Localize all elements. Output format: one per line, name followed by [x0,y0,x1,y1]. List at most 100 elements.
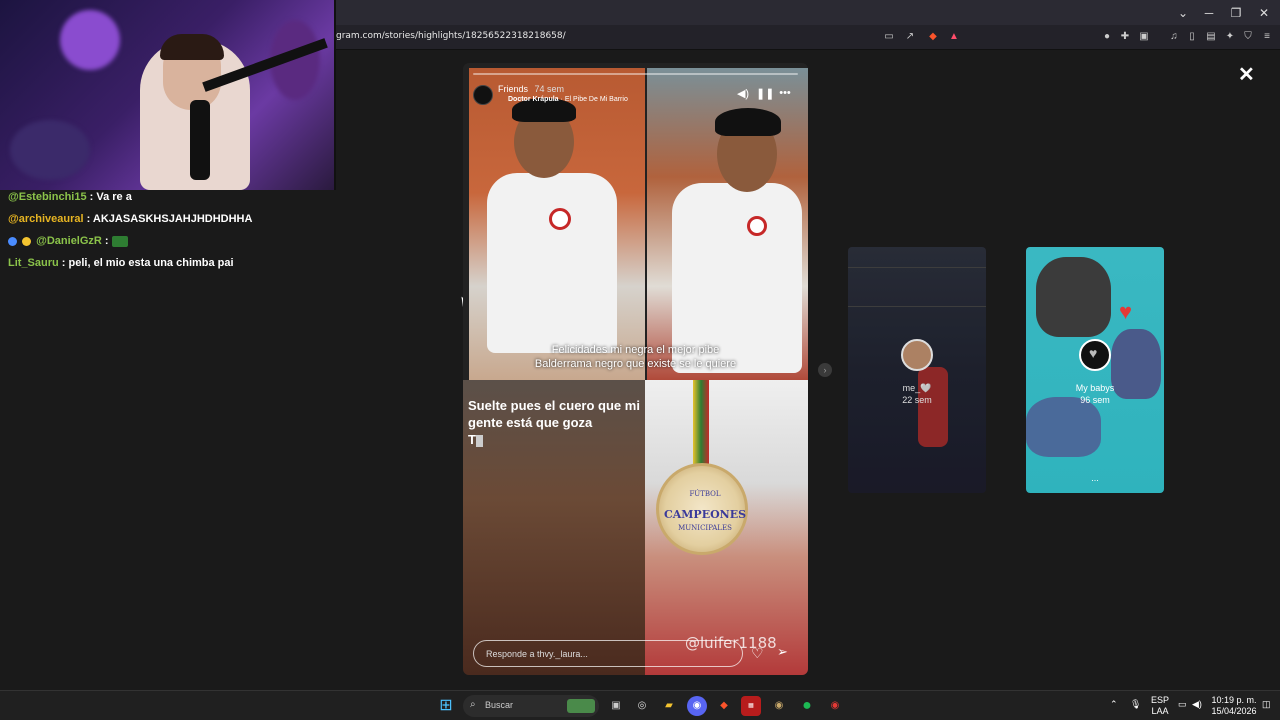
caption-line: Felicidades mi negra el mejor pibe [551,344,720,356]
spotify-icon[interactable]: ● [797,696,817,716]
send-icon[interactable]: ➢ [777,644,788,660]
wallet-icon[interactable]: ▤ [1204,30,1218,44]
preview-avatar: ♥ [1079,339,1111,371]
brave-icon[interactable]: ◆ [714,696,734,716]
more-options-icon[interactable]: ••• [778,87,792,99]
maximize-icon[interactable]: ❐ [1223,4,1249,22]
file-explorer-icon[interactable]: ▰ [659,696,679,716]
menu-icon[interactable]: ≡ [1260,30,1274,44]
medal-ribbon [693,380,709,470]
search-label: Buscar [485,700,514,710]
record-icon[interactable]: ◉ [825,696,845,716]
preview-avatar [901,339,933,371]
chat-message: @DanielGzR : [8,230,328,252]
task-view-icon[interactable]: ▣ [606,696,626,716]
microphone [190,100,210,180]
story-caption: Felicidades mi negra el mejor pibe Balde… [513,343,758,371]
cat-photo [1036,257,1111,337]
preview-name: me_🤍 [902,383,932,393]
shirt-logo [549,208,571,230]
network-icon[interactable]: ▭ [1178,699,1187,710]
volume-icon[interactable]: ◀) [736,87,750,100]
story-preview-me[interactable]: me_🤍 22 sem [848,247,986,493]
story-photo-1 [469,68,645,380]
search-highlight-icon [567,699,595,713]
leo-icon[interactable]: ✦ [1223,30,1237,44]
preview-bg-lines [848,267,986,307]
preview-name: My babys [1075,383,1115,393]
medal-text: MUNICIPALES [678,524,732,532]
medal-text: FÚTBOL [689,490,721,498]
preview-extra: ... [1091,473,1099,483]
discord-icon[interactable]: ◉ [687,696,707,716]
volume-icon[interactable]: ◀) [1192,699,1202,710]
screen: { "browser": { "url": "gram.com/stories/… [0,0,1280,720]
preview-time: 96 sem [1080,395,1110,405]
clock-time: 10:19 p. m. [1211,695,1257,705]
clock[interactable]: 10:19 p. m. 15/04/2026 [1208,695,1260,717]
preview-figure [918,367,948,447]
notifications-icon[interactable]: ◫ [1262,699,1271,710]
emote-icon [111,235,128,247]
chrome-icon[interactable]: ◎ [632,696,652,716]
streamer-hair [160,34,224,60]
webcam-overlay [0,0,336,190]
sidebar-icon[interactable]: ▯ [1185,30,1199,44]
windows-start-icon[interactable]: ⊞ [436,696,456,716]
reply-input[interactable]: Responde a thvy._laura... [473,640,743,667]
story-time: 74 sem [534,84,565,94]
obs-icon[interactable]: ◉ [769,696,789,716]
brave-rewards-icon[interactable]: ▲ [947,30,961,44]
story-song[interactable]: Doctor Krápula · El Pibe De Mi Barrio [508,96,628,103]
story-preview-my-babys[interactable]: ♥ ♥ My babys 96 sem ... [1026,247,1164,493]
like-heart-icon[interactable]: ♡ [751,645,764,662]
chat-message: @Estebinchi15 : Va re a [8,191,132,203]
story-photo-2 [647,68,808,380]
puzzle-icon[interactable]: ✚ [1118,30,1132,44]
story-viewer[interactable]: FÚTBOL CAMPEONES MUNICIPALES Friends 74 … [463,63,808,675]
reply-placeholder: Responde a thvy._laura... [486,649,588,659]
taskbar-search[interactable]: ⌕ Buscar [463,695,599,717]
story-user-line: Friends 74 sem [498,84,564,94]
story-text: Suelte pues el cuero que mi gente está q… [468,397,648,448]
vip-badge-icon [22,236,32,246]
language: ESP [1150,695,1169,705]
next-story-arrow-icon[interactable]: › [818,363,832,377]
hair [715,108,781,136]
medal: FÚTBOL CAMPEONES MUNICIPALES [656,463,748,555]
taskbar: ⊞ ⌕ Buscar ▣ ◎ ▰ ◉ ◆ ▦ ◉ ● ◉ ⌃ 🎙 ESP LAA… [0,690,1280,720]
pause-icon[interactable]: ❚❚ [756,87,774,100]
tab-list-icon[interactable]: ⌄ [1170,4,1196,22]
chat-username: @archiveaural [8,213,84,225]
text-cursor [475,434,483,447]
microphone-icon[interactable]: 🎙 [1130,699,1141,710]
app-icon[interactable]: ▦ [741,696,761,716]
download-icon[interactable]: ▣ [1137,30,1151,44]
chat-message: Lit_Sauru : peli, el mio esta una chimba… [8,257,234,269]
language-indicator[interactable]: ESP LAA [1150,695,1170,717]
share-icon[interactable]: ↗ [903,30,917,44]
song-artist: Doctor Krápula [508,96,559,103]
keyboard-layout: LAA [1151,706,1169,716]
cat-photo [1026,397,1101,457]
caption-line: Balderrama negro que existe se le quiere [534,358,737,370]
screen-icon[interactable]: ▭ [882,30,896,44]
chat-username: Lit_Sauru [8,257,59,269]
vpn-icon[interactable]: ⛉ [1241,30,1255,44]
minimize-icon[interactable]: ─ [1196,4,1222,22]
tray-expand-icon[interactable]: ⌃ [1110,699,1118,710]
story-header: Friends 74 sem Doctor Krápula · El Pibe … [473,83,798,109]
brave-shield-icon[interactable]: ◆ [926,30,940,44]
light-glow [10,120,90,180]
search-icon: ⌕ [470,699,476,710]
light-glow [60,10,120,70]
story-username[interactable]: Friends [498,84,528,94]
url-text[interactable]: gram.com/stories/highlights/182565223182… [336,31,566,41]
close-story-icon[interactable]: ✕ [1238,62,1255,87]
close-window-icon[interactable]: ✕ [1251,4,1277,22]
story-avatar[interactable] [473,85,493,105]
chat-message: @archiveaural : AKJASASKHSJAHJHDHDHHA [8,213,253,225]
extension-icon[interactable]: ● [1100,30,1114,44]
chat-text: peli, el mio esta una chimba pai [68,257,234,269]
music-icon[interactable]: ♫ [1167,30,1181,44]
